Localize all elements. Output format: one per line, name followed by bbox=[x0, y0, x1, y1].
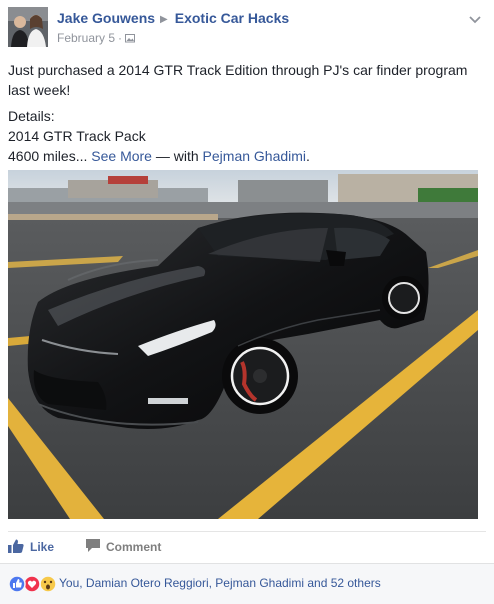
love-icon bbox=[23, 575, 41, 593]
reactions-summary-text[interactable]: You, Damian Otero Reggiori, Pejman Ghadi… bbox=[59, 576, 381, 590]
author-avatar[interactable] bbox=[8, 7, 48, 47]
post-text: Just purchased a 2014 GTR Track Edition … bbox=[8, 60, 478, 166]
like-label: Like bbox=[30, 540, 55, 554]
thumbs-up-icon bbox=[8, 539, 30, 556]
with-prefix: — with bbox=[151, 148, 203, 164]
author-name[interactable]: Jake Gouwens bbox=[57, 10, 155, 26]
comment-button[interactable]: Comment bbox=[86, 532, 161, 562]
tagged-person-link[interactable]: Pejman Ghadimi bbox=[203, 148, 307, 164]
see-more-link[interactable]: See More bbox=[91, 148, 152, 164]
reaction-icons[interactable] bbox=[8, 575, 60, 593]
post-text-line: Just purchased a 2014 GTR Track Edition … bbox=[8, 62, 468, 98]
post-meta: February 5 · bbox=[57, 31, 136, 45]
wow-icon bbox=[39, 575, 57, 593]
photo-album-icon bbox=[125, 31, 136, 45]
post-details-label: Details: bbox=[8, 108, 55, 124]
post-date[interactable]: February 5 bbox=[57, 31, 115, 45]
chevron-down-icon[interactable] bbox=[468, 12, 482, 24]
group-name[interactable]: Exotic Car Hacks bbox=[175, 10, 289, 26]
post-photo[interactable] bbox=[8, 170, 478, 519]
post-details-line: 2014 GTR Track Pack bbox=[8, 128, 146, 144]
caret-right-icon: ▶ bbox=[160, 14, 168, 25]
reactions-summary-bar: You, Damian Otero Reggiori, Pejman Ghadi… bbox=[0, 563, 494, 604]
feed-post: Jake Gouwens ▶ Exotic Car Hacks February 5… bbox=[0, 0, 494, 604]
comment-icon bbox=[86, 539, 106, 555]
comment-label: Comment bbox=[106, 540, 162, 554]
action-bar: Like Comment bbox=[8, 531, 486, 562]
like-icon bbox=[8, 575, 26, 593]
post-header-names: Jake Gouwens ▶ Exotic Car Hacks bbox=[57, 10, 289, 26]
post-details-line-2: 4600 miles... See More — with Pejman Gha… bbox=[8, 148, 310, 164]
like-button[interactable]: Like bbox=[8, 532, 54, 562]
